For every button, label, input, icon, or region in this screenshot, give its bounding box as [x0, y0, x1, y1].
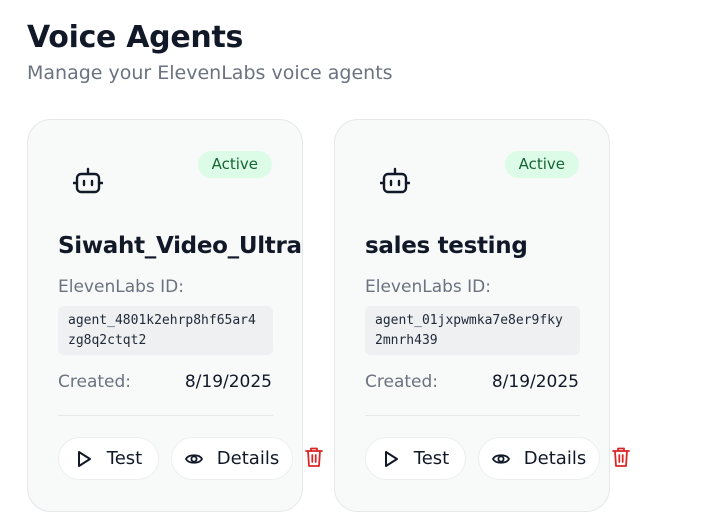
play-icon — [75, 450, 93, 468]
details-button-label: Details — [216, 448, 280, 469]
page-subtitle: Manage your ElevenLabs voice agents — [27, 62, 393, 84]
voice-agents-page: Voice Agents Manage your ElevenLabs voic… — [0, 0, 703, 524]
eye-icon — [491, 450, 510, 468]
status-badge: Active — [197, 151, 272, 178]
test-button-label: Test — [413, 448, 450, 469]
test-button[interactable]: Test — [365, 437, 466, 480]
robot-icon — [379, 167, 411, 195]
details-button[interactable]: Details — [478, 437, 600, 480]
agent-card: Active Siwaht_Video_Ultra ElevenLabs ID:… — [27, 119, 323, 512]
created-label: Created: — [58, 372, 132, 392]
created-date: 8/19/2025 — [491, 372, 579, 392]
divider — [58, 415, 273, 416]
page-title: Voice Agents — [27, 20, 244, 55]
robot-icon — [72, 167, 104, 195]
status-badge: Active — [504, 151, 579, 178]
agent-id-label: ElevenLabs ID: — [365, 277, 491, 297]
created-date: 8/19/2025 — [184, 372, 272, 392]
agent-id-value: agent_4801k2ehrp8hf65ar4zg8q2ctqt2 — [58, 306, 273, 355]
agent-name: Siwaht_Video_Ultra — [58, 233, 302, 259]
agent-id-label: ElevenLabs ID: — [58, 277, 184, 297]
details-button[interactable]: Details — [171, 437, 293, 480]
divider — [365, 415, 580, 416]
delete-icon[interactable] — [611, 446, 631, 468]
eye-icon — [184, 450, 203, 468]
created-label: Created: — [365, 372, 439, 392]
play-icon — [382, 450, 400, 468]
test-button-label: Test — [106, 448, 143, 469]
agent-name: sales testing — [365, 233, 528, 259]
agent-card: Active sales testing ElevenLabs ID: agen… — [334, 119, 630, 512]
test-button[interactable]: Test — [58, 437, 159, 480]
agent-id-value: agent_01jxpwmka7e8er9fky2mnrh439 — [365, 306, 580, 355]
details-button-label: Details — [523, 448, 587, 469]
delete-icon[interactable] — [304, 446, 324, 468]
